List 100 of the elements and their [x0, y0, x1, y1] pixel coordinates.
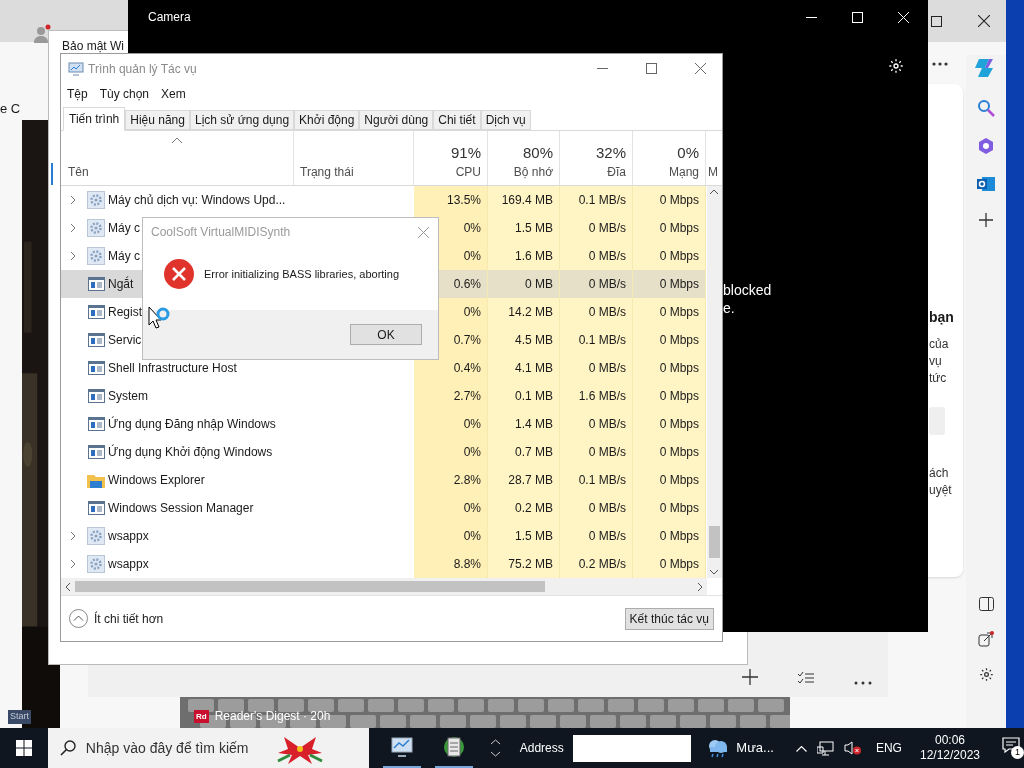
column-header[interactable]: 32% Đĩa — [560, 131, 633, 185]
tab[interactable]: Hiệu năng — [125, 110, 190, 130]
menu-item[interactable]: Tệp — [67, 85, 88, 103]
usage-cell: 2.8% — [414, 466, 488, 494]
usage-cell: 0 MB/s — [560, 354, 633, 382]
usage-cell: 14.2 MB — [488, 298, 560, 326]
address-field[interactable] — [572, 734, 692, 762]
column-header[interactable]: 80% Bộ nhớ — [488, 131, 560, 185]
window-title: Trình quản lý Tác vụ — [88, 60, 197, 78]
usage-cell: 0 Mbps — [633, 298, 706, 326]
scrollbar-thumb[interactable] — [75, 581, 545, 592]
process-name: Regist — [108, 304, 142, 321]
column-header[interactable]: Trạng thái — [300, 163, 354, 181]
horizontal-scrollbar[interactable] — [61, 578, 707, 595]
column-header[interactable]: Tên — [68, 163, 293, 181]
card-heading: bạn — [929, 308, 955, 326]
more-options-icon[interactable] — [932, 62, 948, 66]
vertical-scrollbar[interactable] — [707, 186, 722, 578]
expand-chevron-icon[interactable] — [70, 223, 76, 233]
usage-cell: 0.2 MB/s — [560, 550, 633, 578]
fewer-details-link[interactable]: Ít chi tiết hơn — [94, 609, 164, 628]
expand-chevron-icon[interactable] — [70, 195, 76, 205]
external-link-icon[interactable] — [978, 631, 994, 647]
scroll-up-icon[interactable] — [710, 189, 718, 194]
sidebar-panel-icon[interactable] — [978, 597, 994, 611]
checklist-icon[interactable] — [798, 671, 814, 685]
card-input[interactable] — [929, 407, 945, 435]
tab[interactable]: Chi tiết — [433, 110, 481, 130]
mail-app-icon[interactable] — [977, 175, 995, 193]
scroll-left-icon[interactable] — [65, 583, 70, 591]
close-icon[interactable] — [978, 15, 990, 27]
process-name: wsappx — [108, 556, 149, 573]
usage-cell: 1.5 MB — [488, 214, 560, 242]
add-icon[interactable] — [742, 669, 758, 685]
sort-caret-icon[interactable] — [172, 137, 182, 143]
hexagon-app-icon[interactable] — [977, 137, 995, 155]
app-window-icon — [87, 501, 105, 515]
usage-cell: 0.1 MB/s — [560, 326, 633, 354]
process-name: Ứng dụng Đăng nhập Windows — [108, 415, 276, 433]
tab[interactable]: Người dùng — [359, 110, 434, 130]
gear-icon — [87, 191, 105, 209]
usage-cell: 0 MB/s — [560, 438, 633, 466]
search-icon[interactable] — [977, 99, 995, 117]
network-icon[interactable] — [816, 740, 834, 756]
app-window-icon — [87, 417, 105, 431]
process-name: Máy c — [108, 220, 140, 237]
usage-cell: 0 Mbps — [633, 354, 706, 382]
tab[interactable]: Khởi động — [294, 110, 360, 130]
clock[interactable]: 00:06 12/12/2023 — [919, 733, 980, 763]
column-header[interactable]: M — [708, 163, 718, 181]
usage-cell: 28.7 MB — [488, 466, 560, 494]
usage-cell: 0 Mbps — [633, 494, 706, 522]
error-message: Error initializing BASS libraries, aborting — [204, 266, 400, 282]
process-name: Windows Session Manager — [108, 500, 254, 517]
process-name: wsappx — [108, 528, 149, 545]
column-header[interactable]: 0% Mạng — [633, 131, 706, 185]
collapse-circle-icon[interactable] — [69, 609, 88, 628]
add-icon[interactable] — [979, 213, 993, 227]
avatar-icon[interactable] — [32, 24, 52, 44]
usage-cell: 0 Mbps — [633, 326, 706, 354]
usage-cell: 1.6 MB/s — [560, 382, 633, 410]
tab[interactable]: Dịch vụ — [480, 110, 531, 130]
menu-item[interactable]: Xem — [161, 85, 186, 103]
more-options-icon[interactable] — [854, 681, 872, 685]
usage-cell: 0 MB — [488, 270, 560, 298]
notification-icon[interactable] — [1002, 737, 1020, 753]
expand-chevron-icon[interactable] — [70, 531, 76, 541]
process-name: Máy chủ dịch vụ: Windows Upd... — [108, 192, 286, 209]
maximize-icon[interactable] — [931, 15, 942, 27]
usage-cell: 0 Mbps — [633, 242, 706, 270]
usage-cell: 0 Mbps — [633, 466, 706, 494]
usage-cell: 0 MB/s — [560, 242, 633, 270]
scroll-right-icon[interactable] — [698, 583, 703, 591]
scroll-down-icon[interactable] — [710, 570, 718, 575]
usage-cell: 1.4 MB — [488, 410, 560, 438]
toolbar-scroll-icon[interactable] — [490, 739, 500, 757]
menu-item[interactable]: Tùy chọn — [99, 85, 150, 103]
usage-cell: 0 MB/s — [560, 522, 633, 550]
process-name: Servic — [108, 332, 142, 349]
usage-cell: 0 MB/s — [560, 298, 633, 326]
usage-cell: 0 MB/s — [560, 214, 633, 242]
language-indicator[interactable]: ENG — [875, 739, 902, 757]
card-text: uyệt — [929, 482, 953, 499]
expand-chevron-icon[interactable] — [70, 251, 76, 261]
column-header[interactable]: 91% CPU — [414, 131, 488, 185]
camera-message: e. — [723, 299, 736, 317]
tab[interactable]: Lịch sử ứng dụng — [189, 110, 295, 130]
tab[interactable]: Tiến trình — [63, 107, 126, 131]
app-window-icon — [87, 305, 105, 319]
expand-chevron-icon[interactable] — [70, 559, 76, 569]
ok-button[interactable]: OK — [350, 324, 422, 345]
weather-text[interactable]: Mưa... — [736, 738, 774, 758]
chevron-up-icon[interactable] — [795, 744, 807, 752]
windows-start-icon[interactable] — [15, 740, 32, 756]
end-task-button[interactable]: Kết thúc tác vụ — [624, 607, 714, 630]
process-name: Ứng dụng Khởi động Windows — [108, 443, 273, 461]
search-field[interactable]: Nhập vào đây để tìm kiếm — [47, 728, 369, 768]
volume-muted-icon[interactable] — [843, 741, 862, 755]
address-label: Address — [519, 740, 564, 757]
scrollbar-thumb[interactable] — [709, 526, 720, 558]
